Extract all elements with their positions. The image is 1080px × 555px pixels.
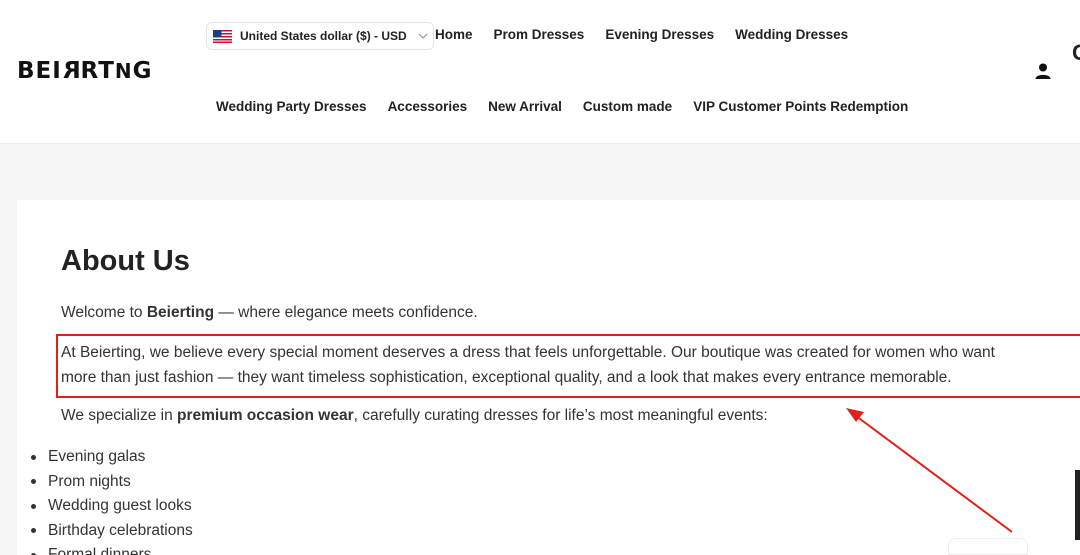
nav-accessories[interactable]: Accessories [388, 99, 468, 114]
events-list: Evening galas Prom nights Wedding guest … [31, 445, 193, 555]
brand-logo[interactable]: BEIRRTNG [17, 58, 153, 84]
welcome-paragraph: Welcome to Beierting — where elegance me… [61, 304, 478, 321]
primary-nav: Home Prom Dresses Evening Dresses Weddin… [435, 27, 869, 42]
specialize-paragraph: We specialize in premium occasion wear, … [61, 407, 768, 424]
search-icon-partial[interactable]: C [1072, 40, 1080, 66]
page-title: About Us [61, 245, 190, 277]
chevron-down-icon [418, 33, 428, 39]
user-icon[interactable] [1034, 62, 1052, 80]
nav-vip-points[interactable]: VIP Customer Points Redemption [693, 99, 908, 114]
list-item: Prom nights [31, 470, 193, 495]
currency-label: United States dollar ($) - USD [240, 29, 407, 43]
nav-home[interactable]: Home [435, 27, 473, 42]
side-feedback-tab[interactable] [1075, 470, 1080, 540]
currency-selector[interactable]: United States dollar ($) - USD [206, 22, 434, 50]
list-item: Formal dinners [31, 543, 193, 555]
nav-new-arrival[interactable]: New Arrival [488, 99, 562, 114]
brand-name-bold: Beierting [146, 304, 215, 321]
nav-wedding-dresses[interactable]: Wedding Dresses [735, 27, 848, 42]
about-content-card: About Us Welcome to Beierting — where el… [17, 200, 1080, 555]
list-item: Birthday celebrations [31, 519, 193, 544]
premium-occasion-wear-bold: premium occasion wear [177, 407, 354, 424]
nav-evening-dresses[interactable]: Evening Dresses [605, 27, 714, 42]
nav-wedding-party-dresses[interactable]: Wedding Party Dresses [216, 99, 367, 114]
list-item: Evening galas [31, 445, 193, 470]
chat-widget-partial[interactable] [948, 538, 1028, 555]
nav-prom-dresses[interactable]: Prom Dresses [494, 27, 585, 42]
site-header: BEIRRTNG United States dollar ($) - USD … [0, 0, 1080, 144]
nav-custom-made[interactable]: Custom made [583, 99, 672, 114]
boutique-paragraph: At Beierting, we believe every special m… [61, 344, 995, 386]
list-item: Wedding guest looks [31, 494, 193, 519]
secondary-nav: Wedding Party Dresses Accessories New Ar… [216, 99, 929, 114]
us-flag-icon [213, 29, 232, 43]
